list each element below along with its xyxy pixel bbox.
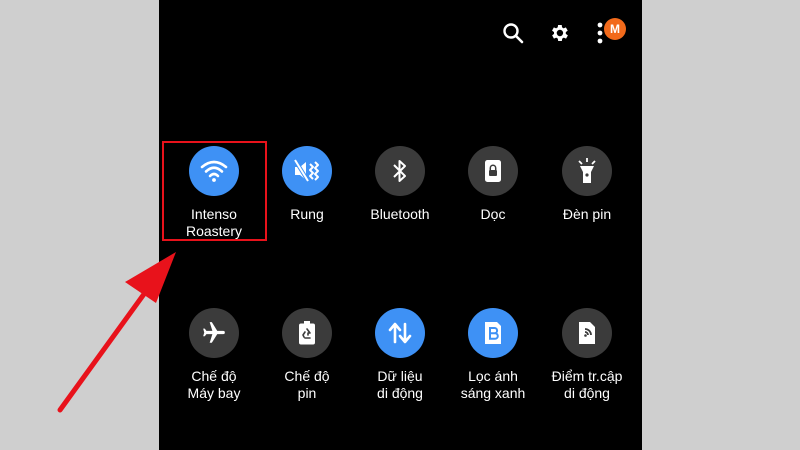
annotation-arrow-icon [57,252,176,413]
